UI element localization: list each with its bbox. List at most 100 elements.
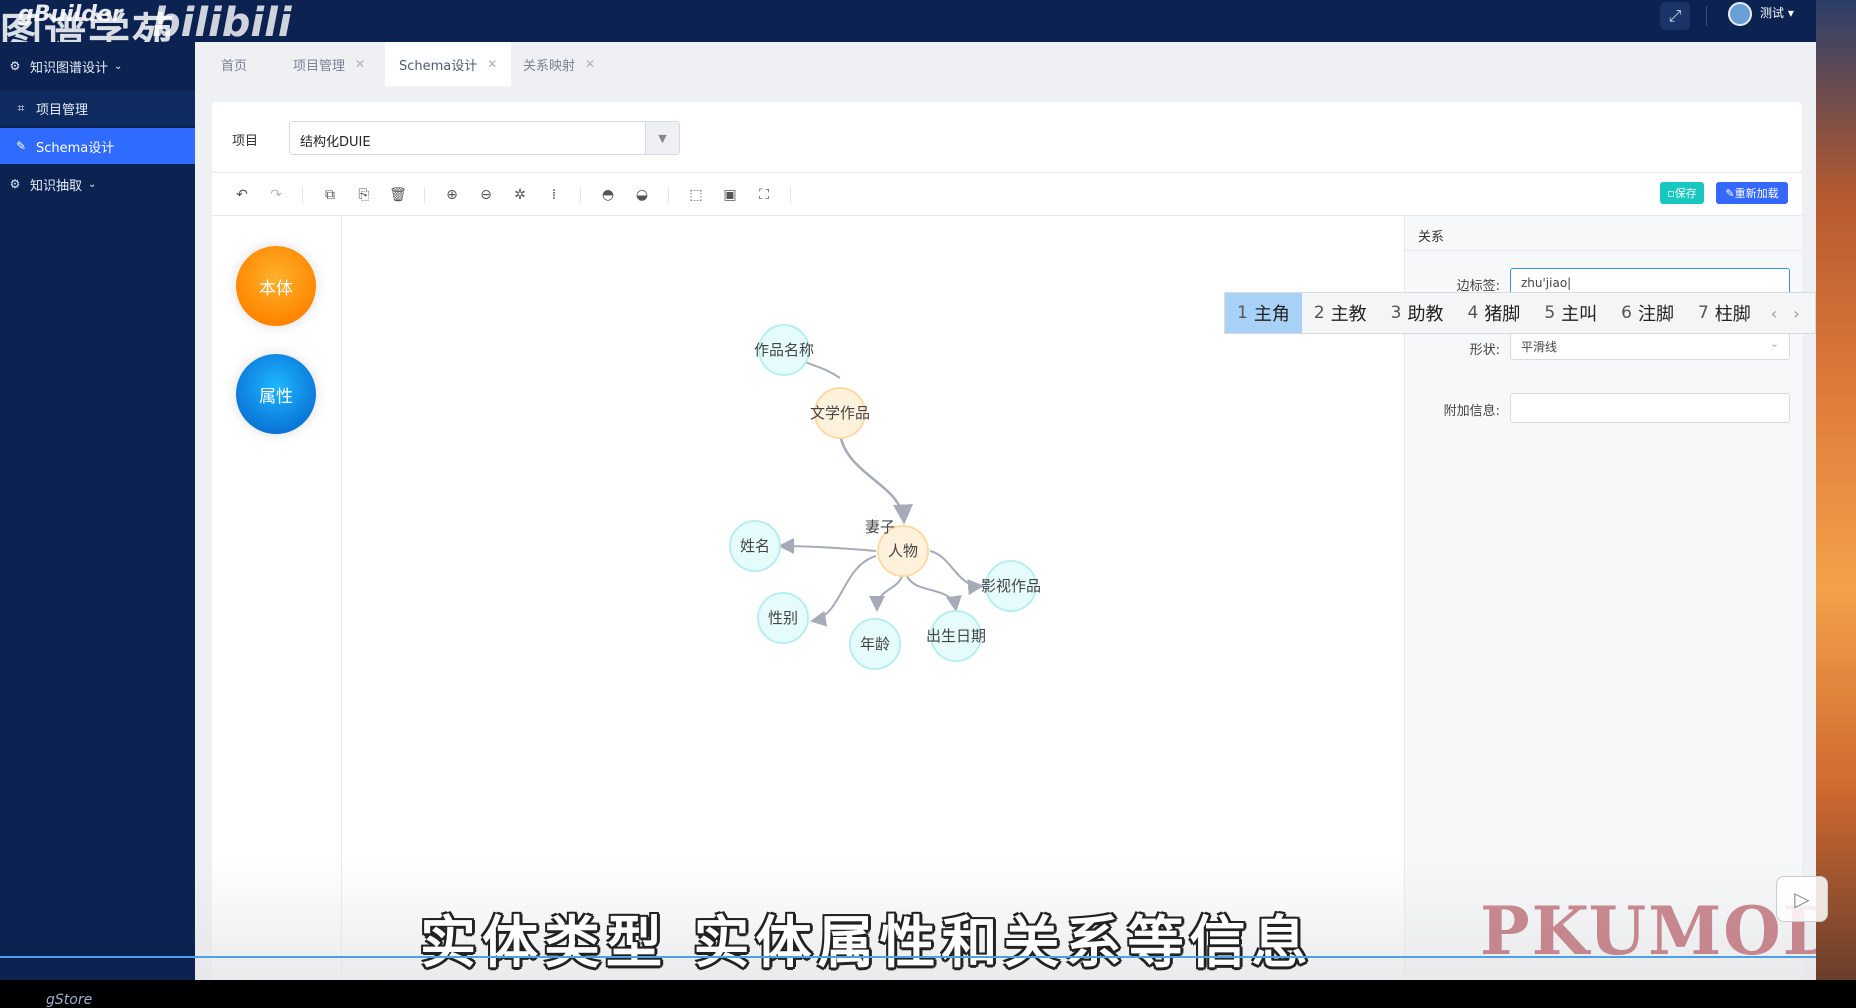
edge-label: 妻子 [865,518,895,536]
divider [302,187,303,203]
tab-label: Schema设计 [399,58,478,74]
node-label: 出生日期 [926,627,986,645]
divider [1404,250,1802,251]
fullscreen-icon[interactable]: ⤢ [1660,2,1690,30]
node-label: 文学作品 [810,404,870,422]
video-progress-bar[interactable] [0,956,1816,958]
tab-home[interactable]: 首页 [207,42,261,86]
graph-edge[interactable] [778,538,877,555]
divider [790,187,791,203]
background-strip [1816,0,1856,980]
paste-icon[interactable]: ⎘ [354,185,374,205]
sidebar-item-schema-design[interactable]: ✎ Schema设计 [0,128,195,164]
project-label: 项目 [232,134,259,149]
project-select-value: 结构化DUIE [300,135,371,150]
chevron-down-icon[interactable]: ▼ [645,122,679,154]
save-button[interactable]: ▫ 保存 [1660,182,1704,204]
user-menu[interactable]: 测试 ▾ [1760,4,1794,21]
graph-edge[interactable] [929,550,984,596]
edge-label-input-value: zhu'jiao [1521,276,1568,290]
sidebar-item-label: 项目管理 [36,102,89,118]
watermark-site: bilibili [152,0,292,46]
ime-candidate-text: 柱脚 [1714,304,1751,325]
sidebar-item-project-management[interactable]: ⌗ 项目管理 [0,90,195,126]
bring-front-icon[interactable]: ◓ [598,185,618,205]
chevron-down-icon: ⌄ [1769,337,1779,350]
extra-info-field-label: 附加信息: [1443,404,1500,419]
tab-label: 关系映射 [523,58,576,74]
chevron-left-icon[interactable]: ‹ [1763,304,1785,323]
node-label: 性别 [768,609,798,627]
user-name: 测试 [1760,6,1785,20]
delete-icon[interactable]: 🗑 [388,185,408,205]
zoom-out-icon[interactable]: ⊖ [476,185,496,205]
ime-candidate-text: 主教 [1330,304,1367,325]
ime-candidate[interactable]: 4 猪脚 [1455,293,1532,333]
shape-select[interactable]: 平滑线 ⌄ [1510,330,1790,360]
attribute-shape[interactable]: 属性 [236,354,316,434]
copy-icon[interactable]: ⧉ [320,185,340,205]
ime-candidate[interactable]: 1 主角 [1225,293,1302,333]
ime-candidate[interactable]: 5 主叫 [1532,293,1609,333]
actual-size-icon[interactable]: ⁞ [544,185,564,205]
graph-edge-wife[interactable] [838,433,914,525]
sidebar-item-kg-design[interactable]: ⚙ 知识图谱设计 ⌄ [0,48,195,84]
play-icon[interactable]: ▷ [1776,876,1828,922]
ime-candidate-number: 4 [1467,303,1479,323]
undo-icon[interactable]: ↶ [232,185,252,205]
avatar[interactable] [1728,2,1752,26]
send-back-icon[interactable]: ◒ [632,185,652,205]
sidebar: ⚙ 知识图谱设计 ⌄ ⌗ 项目管理 ✎ Schema设计 ⚙ 知识抽取 ⌄ gS… [0,42,195,1008]
zoom-in-icon[interactable]: ⊕ [442,185,462,205]
app-window: gBuilder 图谱学苑 bilibili ⤢ 测试 ▾ ⚙ 知识图谱设计 ⌄… [0,0,1840,1008]
ime-candidate[interactable]: 2 主教 [1302,293,1379,333]
close-icon[interactable]: ✕ [487,57,497,71]
redo-icon[interactable]: ↷ [266,185,286,205]
close-icon[interactable]: ✕ [585,57,595,71]
ime-candidate-number: 6 [1621,303,1632,323]
expand-icon[interactable]: ⛶ [754,185,774,205]
chevron-right-icon[interactable]: › [1785,304,1807,323]
close-icon[interactable]: ✕ [355,57,365,71]
ime-candidate[interactable]: 3 助教 [1379,293,1456,333]
divider [580,187,581,203]
tab-bar: 首页 项目管理 ✕ Schema设计 ✕ 关系映射 ✕ [195,42,1816,86]
divider [424,187,425,203]
save-label: 保存 [1674,187,1697,200]
ime-candidate[interactable]: 6 注脚 [1609,293,1686,333]
ime-candidate-text: 主叫 [1561,304,1598,325]
node-label: 人物 [888,542,918,560]
fit-view-icon[interactable]: ✲ [510,185,530,205]
reload-button[interactable]: ✎ 重新加载 [1716,182,1788,204]
tools-icon: ✎ [15,139,27,153]
graph-edge[interactable] [810,555,877,627]
properties-title: 关系 [1418,230,1445,245]
ime-candidate-text: 主角 [1253,304,1290,325]
ime-candidate-text: 助教 [1407,304,1444,325]
node-label: 年龄 [860,635,890,653]
entity-shape-label: 本体 [259,278,293,299]
chevron-down-icon: ⌄ [88,178,97,190]
editor-toolbar: ↶ ↷ ⧉ ⎘ 🗑 ⊕ ⊖ ✲ ⁞ ◓ ◒ ⬚ ▣ ⛶ [212,172,1802,216]
divider [668,187,669,203]
ime-candidate-number: 3 [1390,303,1402,323]
node-label: 作品名称 [754,341,814,359]
sidebar-item-label: 知识图谱设计 [30,60,109,76]
tab-schema-design[interactable]: Schema设计 ✕ [385,42,512,86]
frame-icon[interactable]: ▣ [720,185,740,205]
gear-icon: ⚙ [9,177,21,191]
tab-label: 首页 [221,58,248,74]
tab-relation-mapping[interactable]: 关系映射 ✕ [509,42,609,86]
ime-candidate[interactable]: 7 柱脚 [1686,293,1763,333]
graph-edge[interactable] [869,575,903,612]
tab-project-management[interactable]: 项目管理 ✕ [279,42,379,86]
sidebar-item-knowledge-extraction[interactable]: ⚙ 知识抽取 ⌄ [0,166,195,202]
project-select[interactable]: 结构化DUIE ▼ [289,121,680,155]
extra-info-input[interactable] [1510,393,1790,423]
shape-field-label: 形状: [1469,343,1500,358]
ime-candidate-number: 7 [1697,303,1709,323]
select-icon[interactable]: ⬚ [686,185,706,205]
entity-shape[interactable]: 本体 [236,246,316,326]
graph-edge[interactable] [906,575,962,612]
video-subtitle: 实体类型 实体属性和关系等信息 [420,911,1314,976]
